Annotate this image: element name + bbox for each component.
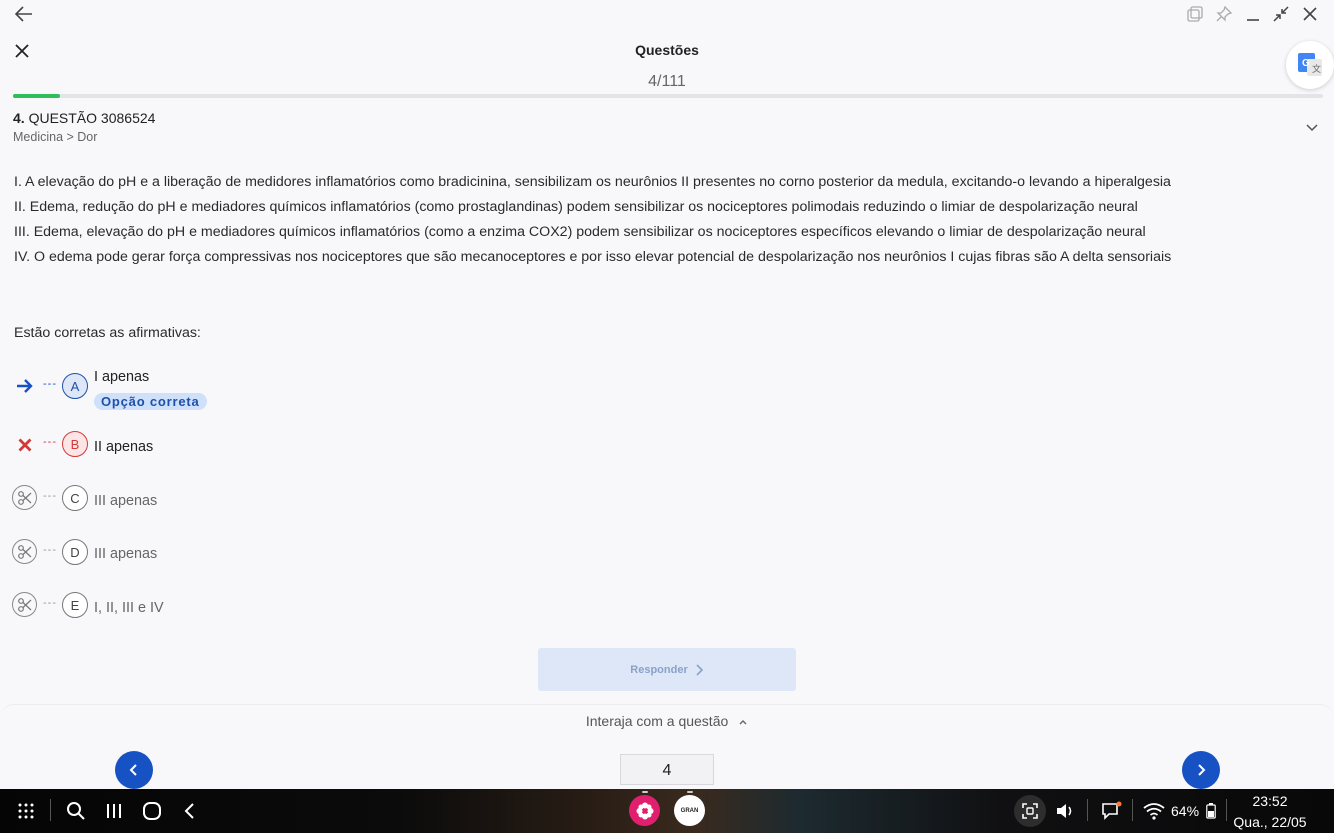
previous-question-button[interactable]	[115, 751, 153, 789]
interaja-label: Interaja com a questão	[585, 713, 729, 729]
chevron-down-icon[interactable]	[1302, 118, 1322, 138]
volume-icon[interactable]	[1053, 799, 1077, 823]
wrong-x-icon	[12, 432, 37, 457]
option-letter-a[interactable]: A	[62, 373, 88, 399]
option-letter-e[interactable]: E	[62, 592, 88, 618]
option-b-text[interactable]: II apenas	[94, 439, 153, 455]
pop-out-window-icon[interactable]	[1183, 2, 1207, 26]
screen-capture-icon[interactable]	[1014, 795, 1046, 827]
clock-time: 23:52	[1252, 793, 1288, 809]
interaja-toggle[interactable]: Interaja com a questão	[0, 713, 1334, 729]
chevron-right-icon	[1198, 764, 1206, 776]
responder-button[interactable]: Responder	[538, 648, 796, 691]
battery-icon	[1204, 800, 1218, 822]
option-connector: ---	[43, 597, 57, 609]
apps-grid-icon[interactable]	[14, 799, 38, 823]
option-connector: ---	[43, 378, 57, 390]
breadcrumb: Medicina > Dor	[13, 130, 98, 144]
clock-date: Qua., 22/05	[1233, 814, 1307, 830]
taskbar-divider	[1132, 799, 1133, 821]
responder-label: Responder	[630, 663, 688, 676]
scissors-icon[interactable]	[12, 485, 37, 510]
option-d-text[interactable]: III apenas	[94, 546, 157, 562]
google-translate-button[interactable]: G 文	[1286, 41, 1334, 89]
statement-4: IV. O edema pode gerar força compressiva…	[14, 249, 1172, 265]
wifi-icon[interactable]	[1141, 799, 1167, 823]
battery-percentage: 64%	[1171, 803, 1200, 819]
taskbar-divider	[1226, 799, 1227, 821]
scissors-icon[interactable]	[12, 592, 37, 617]
statement-1: I. A elevação do pH e a liberação de med…	[14, 174, 1171, 190]
chevron-left-icon	[129, 764, 137, 776]
close-window-icon[interactable]	[1298, 2, 1322, 26]
correct-arrow-icon	[12, 373, 37, 398]
translate-icon: G 文	[1298, 53, 1322, 76]
notification-icon[interactable]	[1098, 799, 1124, 823]
restore-window-icon[interactable]	[1269, 2, 1293, 26]
page-number-input[interactable]: 4	[620, 754, 714, 785]
option-connector: ---	[43, 490, 57, 502]
option-letter-c[interactable]: C	[62, 485, 88, 511]
option-connector: ---	[43, 436, 57, 448]
gran-app-label: GRAN	[680, 807, 699, 814]
recent-apps-icon[interactable]	[102, 799, 126, 823]
back-nav-icon[interactable]	[178, 799, 202, 823]
option-letter-d[interactable]: D	[62, 539, 88, 565]
option-a-text[interactable]: I apenas	[94, 369, 149, 385]
option-e-text[interactable]: I, II, III e IV	[94, 600, 164, 616]
correct-option-badge: Opção correta	[94, 393, 207, 410]
next-question-button[interactable]	[1182, 751, 1220, 789]
statement-3: III. Edema, elevação do pH e mediadores …	[14, 224, 1146, 240]
option-connector: ---	[43, 544, 57, 556]
page-title: Questões	[635, 42, 699, 58]
progress-fill	[13, 94, 61, 98]
taskbar-divider	[50, 799, 51, 821]
option-c-text[interactable]: III apenas	[94, 493, 157, 509]
chevron-up-icon	[739, 720, 747, 725]
back-arrow-icon[interactable]	[12, 2, 36, 26]
statement-2: II. Edema, redução do pH e mediadores qu…	[14, 199, 1138, 215]
taskbar-divider	[1087, 799, 1088, 821]
option-letter-b[interactable]: B	[62, 431, 88, 457]
app-running-indicator	[642, 791, 648, 793]
question-title: 4. QUESTÃO 3086524	[13, 110, 155, 126]
flower-app-icon[interactable]	[629, 795, 660, 826]
svg-text:G: G	[1302, 58, 1310, 69]
scissors-icon[interactable]	[12, 539, 37, 564]
home-icon[interactable]	[140, 799, 164, 823]
minimize-icon[interactable]	[1241, 2, 1265, 26]
search-icon[interactable]	[64, 799, 88, 823]
question-code: QUESTÃO 3086524	[28, 110, 156, 126]
question-counter: 4/111	[648, 73, 686, 90]
chevron-right-icon	[696, 663, 703, 676]
progress-bar	[13, 94, 1323, 98]
question-number: 4.	[13, 110, 25, 126]
question-prompt: Estão corretas as afirmativas:	[14, 325, 201, 341]
app-running-indicator	[687, 791, 693, 793]
pin-icon[interactable]	[1212, 2, 1236, 26]
svg-text:文: 文	[1312, 63, 1321, 74]
gran-app-icon[interactable]: GRAN	[674, 795, 705, 826]
